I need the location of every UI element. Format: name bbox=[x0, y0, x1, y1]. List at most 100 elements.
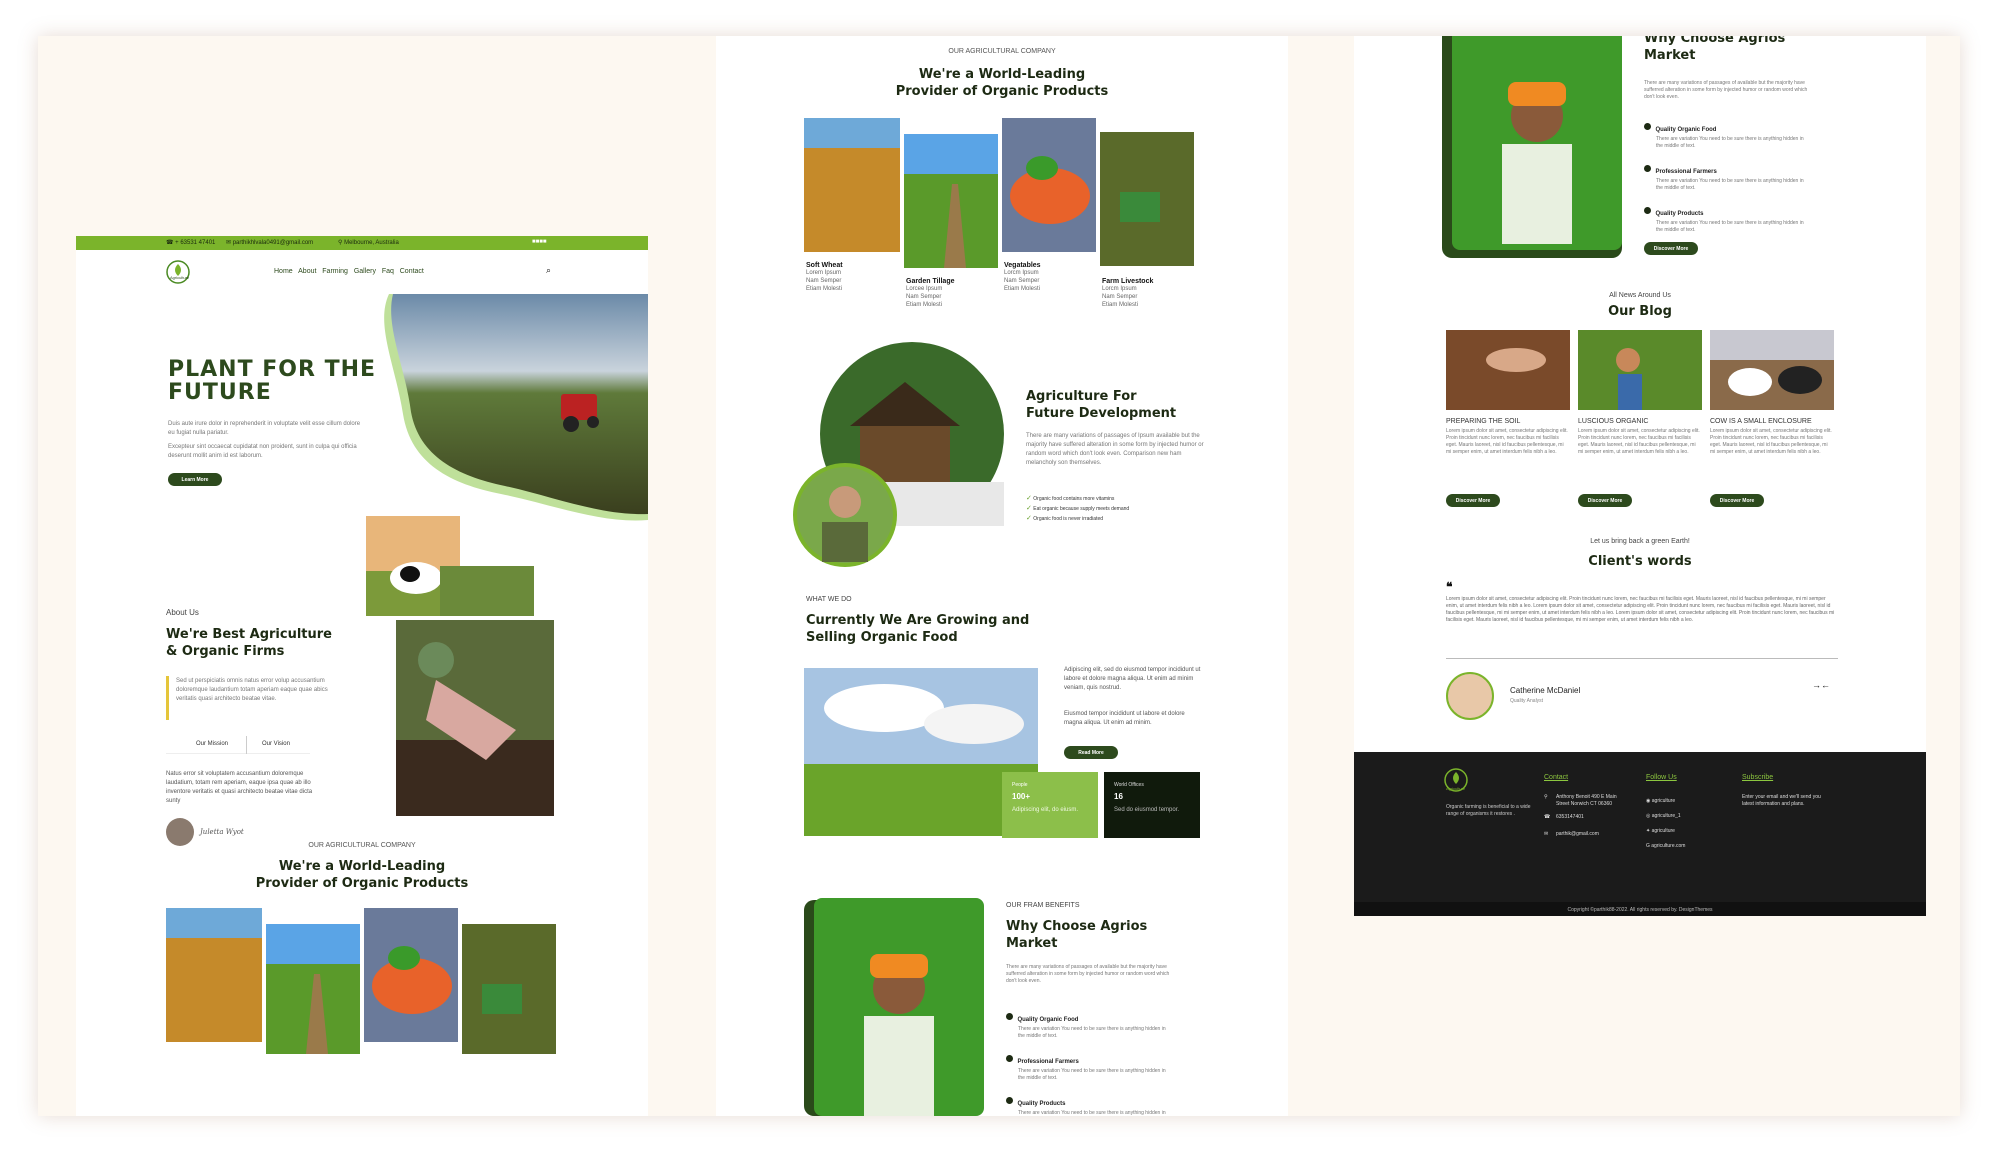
discover-more-button[interactable]: Discover More bbox=[1644, 242, 1698, 255]
nav-faq[interactable]: Faq bbox=[382, 268, 394, 275]
growing-text-2: Eiusmod tempor incididunt ut labore et d… bbox=[1064, 711, 1185, 726]
testimonial-arrows[interactable]: →← bbox=[1812, 680, 1830, 690]
check-icon: ✓ bbox=[1026, 505, 1032, 512]
mail-icon: ✉ bbox=[1544, 831, 1549, 837]
tab-mission[interactable]: Our Mission bbox=[196, 741, 228, 747]
product-card-vegetables[interactable]: Vegatables Lorcm Ipsum Nam Semper Etiam … bbox=[1004, 262, 1094, 293]
footer-follow-title: Follow Us bbox=[1646, 774, 1677, 781]
bullet-icon bbox=[1006, 1013, 1013, 1021]
about-eyebrow: About Us bbox=[166, 608, 199, 617]
bullet-icon bbox=[1644, 123, 1651, 131]
blog-post-1[interactable]: PREPARING THE SOIL Lorem ipsum dolor sit… bbox=[1446, 418, 1570, 456]
page-column-3: Why Choose Agrios Market There are many v… bbox=[1354, 36, 1926, 916]
vegetables-image bbox=[364, 908, 458, 1042]
farmer-turban-image bbox=[1452, 36, 1622, 250]
divider bbox=[1446, 658, 1838, 659]
quote-icon: ❝ bbox=[1446, 580, 1453, 594]
products-title-1: We're a World-Leading Provider of Organic… bbox=[255, 859, 469, 891]
stat-offices: World Offices 16 Sed do eiusmod tempor. bbox=[1104, 772, 1200, 838]
hero-tractor-image bbox=[384, 294, 648, 521]
wheat-image bbox=[804, 118, 900, 252]
search-icon[interactable]: ⌕ bbox=[546, 265, 551, 276]
hero-learn-more-button[interactable]: Learn More bbox=[168, 473, 222, 486]
cows-image bbox=[1710, 330, 1834, 410]
why-eyebrow: OUR FRAM BENEFITS bbox=[1006, 902, 1080, 909]
future-title: Agriculture For Future Development bbox=[1026, 389, 1177, 421]
blog-post-2[interactable]: LUSCIOUS ORGANIC Lorem ipsum dolor sit a… bbox=[1578, 418, 1702, 456]
garden-path-image bbox=[266, 924, 360, 1054]
page-column-1: ☎ + 63531 47401 ✉ parthikhlvala0491@gmai… bbox=[76, 236, 648, 1116]
topbar-email[interactable]: parthikhlvala0491@gmail.com bbox=[233, 240, 313, 246]
client-role: Quality Analyst bbox=[1510, 698, 1544, 704]
why-body-3: There are many variations of passages of… bbox=[1644, 80, 1808, 100]
nav-gallery[interactable]: Gallery bbox=[354, 268, 376, 275]
twitter-icon: ✦ bbox=[1646, 828, 1651, 834]
why-title-3: Why Choose Agrios Market bbox=[1644, 36, 1786, 63]
arrow-left-icon: ← bbox=[1821, 680, 1830, 690]
instagram-icon: ◎ bbox=[1646, 813, 1651, 819]
field-strip-image bbox=[440, 566, 534, 616]
future-body: There are many variations of passages of… bbox=[1026, 433, 1204, 466]
phone-icon: ☎ bbox=[166, 240, 174, 246]
why-list: Quality Organic Food There are variation … bbox=[1006, 1008, 1186, 1116]
bullet-icon bbox=[1644, 165, 1651, 173]
client-quote: Lorem ipsum dolor sit amet, consectetur … bbox=[1446, 596, 1835, 623]
why-body: There are many variations of passages of… bbox=[1006, 964, 1170, 984]
stat-people: People 100+ Adipiscing elit, do eiusm. bbox=[1002, 772, 1098, 838]
hero-title: PLANT FOR THE FUTURE bbox=[168, 357, 377, 405]
footer-about: Organic farming is beneficial to a wide … bbox=[1446, 804, 1531, 817]
why-title: Why Choose Agrios Market bbox=[1006, 919, 1148, 951]
logo-text: Agriculture bbox=[170, 275, 190, 280]
social-icons[interactable]: ■■■■ bbox=[532, 239, 547, 245]
footer-subscribe-title: Subscribe bbox=[1742, 774, 1774, 781]
farmer-woman-image bbox=[396, 620, 554, 816]
arrow-right-icon: → bbox=[1812, 680, 1821, 690]
blog-eyebrow: All News Around Us bbox=[1609, 292, 1671, 299]
product-card-wheat[interactable]: Soft Wheat Lorem Ipsum Nam Semper Etiam … bbox=[806, 262, 896, 293]
mail-icon: ✉ bbox=[226, 240, 232, 246]
topbar-phone[interactable]: + 63531 47401 bbox=[175, 240, 215, 246]
organic-farmer-image bbox=[1578, 330, 1702, 410]
hero-text-2: Excepteur sint occaecat cupidatat non pr… bbox=[168, 444, 357, 459]
nav-about[interactable]: About bbox=[298, 268, 316, 275]
footer-logo-text: Agriculture bbox=[1446, 786, 1466, 791]
clients-title: Client's words bbox=[1588, 554, 1692, 569]
blog-discover-button-2[interactable]: Discover More bbox=[1578, 494, 1632, 507]
blog-title: Our Blog bbox=[1608, 304, 1672, 319]
google-icon: G bbox=[1646, 843, 1650, 849]
soil-hand-image bbox=[1446, 330, 1570, 410]
nav-contact[interactable]: Contact bbox=[400, 268, 424, 275]
location-icon: ⚲ bbox=[338, 240, 343, 246]
farmer-circle-image bbox=[793, 463, 897, 567]
product-card-tillage[interactable]: Garden Tillage Lorcee Ipsum Nam Semper E… bbox=[906, 278, 996, 309]
why-list-3: Quality Organic Food There are variation … bbox=[1644, 118, 1824, 244]
footer-contact-title: Contact bbox=[1544, 774, 1569, 781]
tab-vision[interactable]: Our Vision bbox=[262, 741, 290, 747]
about-title: We're Best Agriculture & Organic Firms bbox=[166, 627, 332, 659]
growing-title: Currently We Are Growing and Selling Orga… bbox=[806, 613, 1030, 645]
harvester-image bbox=[1100, 132, 1194, 266]
bullet-icon bbox=[1006, 1055, 1013, 1063]
wheat-image bbox=[166, 908, 262, 1042]
footer-contact: ⚲ Anthony Benoit 490 E Main Street Norwic… bbox=[1544, 794, 1617, 837]
growing-text-1: Adipiscing elit, sed do eiusmod tempor i… bbox=[1064, 667, 1201, 691]
about-tabs: Our Mission Our Vision bbox=[166, 736, 310, 754]
nav-farming[interactable]: Farming bbox=[322, 268, 348, 275]
client-name: Catherine McDaniel bbox=[1510, 686, 1581, 695]
vegetables-image bbox=[1002, 118, 1096, 252]
blog-post-3[interactable]: COW IS A SMALL ENCLOSURE Lorem ipsum dol… bbox=[1710, 418, 1834, 456]
bullet-icon bbox=[1644, 207, 1651, 215]
phone-icon: ☎ bbox=[1544, 814, 1551, 820]
bullet-icon bbox=[1006, 1097, 1013, 1105]
nav-home[interactable]: Home bbox=[274, 268, 293, 275]
growing-eyebrow: WHAT WE DO bbox=[806, 596, 852, 603]
main-nav: Home About Farming Gallery Faq Contact bbox=[274, 268, 424, 275]
leaf-logo-icon bbox=[166, 260, 190, 284]
blog-discover-button-1[interactable]: Discover More bbox=[1446, 494, 1500, 507]
blog-discover-button-3[interactable]: Discover More bbox=[1710, 494, 1764, 507]
check-icon: ✓ bbox=[1026, 515, 1032, 522]
read-more-button[interactable]: Read More bbox=[1064, 746, 1118, 759]
footer: Agriculture Organic farming is beneficia… bbox=[1354, 752, 1926, 916]
product-card-livestock[interactable]: Farm Livestock Lorcm Ipsum Nam Semper Et… bbox=[1102, 278, 1192, 309]
logo[interactable]: Agriculture bbox=[164, 258, 192, 286]
